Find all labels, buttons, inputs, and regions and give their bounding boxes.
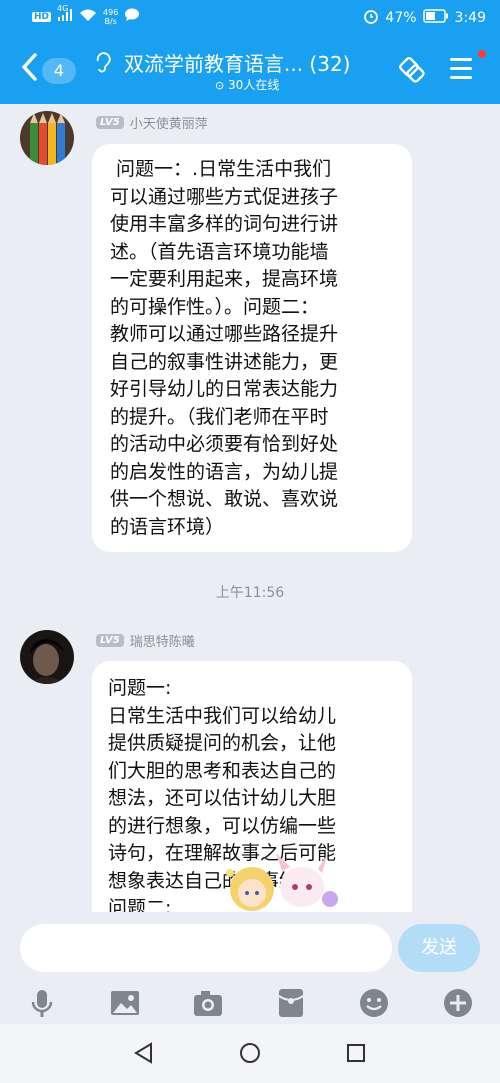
- alarm-icon: [363, 8, 379, 28]
- message-sender: LV5 小天使黄丽萍: [96, 113, 208, 132]
- group-apps-icon[interactable]: [396, 54, 428, 86]
- input-area: 发送: [0, 912, 500, 984]
- status-bar: HD 4G 496 B/s 47% 3:49: [0, 0, 500, 36]
- emoji-icon[interactable]: [357, 986, 391, 1020]
- input-toolbar: [0, 984, 500, 1024]
- level-badge: LV5: [96, 116, 124, 129]
- message-bubble[interactable]: 问题一：.日常生活中我们 可以通过哪些方式促进孩子 使用丰富多样的词句进行讲 述…: [92, 144, 412, 552]
- signal-icon: 4G: [57, 4, 73, 26]
- system-navigation-bar: [0, 1024, 500, 1083]
- battery-icon: [422, 9, 449, 27]
- red-packet-icon[interactable]: [274, 986, 308, 1020]
- menu-icon[interactable]: [450, 58, 472, 79]
- camera-icon[interactable]: [191, 986, 225, 1020]
- ear-icon[interactable]: [95, 52, 111, 79]
- message-timestamp: 上午11:56: [215, 585, 285, 601]
- avatar[interactable]: [20, 630, 74, 684]
- avatar[interactable]: [20, 111, 74, 165]
- message-sender: LV5 瑞思特陈曦: [96, 631, 195, 650]
- online-status: ⊙ 30人在线: [215, 76, 279, 93]
- nav-recents-icon[interactable]: [345, 1042, 367, 1064]
- sender-name: 瑞思特陈曦: [129, 635, 195, 650]
- level-badge: LV5: [96, 634, 124, 647]
- net-speed-value: 496: [103, 8, 119, 17]
- plus-icon[interactable]: [441, 986, 475, 1020]
- send-button[interactable]: 发送: [398, 924, 480, 972]
- battery-percent: 47%: [385, 10, 417, 26]
- online-check-icon: ⊙: [215, 79, 225, 92]
- hd-indicator: HD: [32, 12, 52, 22]
- notification-dot: [478, 50, 486, 58]
- nav-back-icon[interactable]: [133, 1042, 155, 1064]
- signal-type: 4G: [57, 4, 69, 13]
- microphone-icon[interactable]: [25, 986, 59, 1020]
- chat-messages[interactable]: LV5 小天使黄丽萍 问题一：.日常生活中我们 可以通过哪些方式促进孩子 使用丰…: [0, 104, 500, 912]
- sticker-character: [218, 849, 348, 912]
- image-icon[interactable]: [108, 986, 142, 1020]
- online-count: 30人在线: [228, 78, 280, 92]
- message-notification-icon: [124, 8, 140, 26]
- back-icon[interactable]: [20, 52, 38, 88]
- sender-name: 小天使黄丽萍: [129, 117, 208, 132]
- nav-home-icon[interactable]: [239, 1042, 261, 1064]
- unread-badge[interactable]: 4: [42, 58, 76, 84]
- net-speed: 496 B/s: [103, 8, 118, 26]
- message-input[interactable]: [20, 924, 392, 972]
- wifi-icon: [79, 8, 97, 26]
- group-title: 双流学前教育语言... (32): [124, 52, 351, 76]
- clock: 3:49: [454, 10, 486, 26]
- net-speed-unit: B/s: [104, 17, 117, 26]
- chat-header: 4 双流学前教育语言... (32) ⊙ 30人在线: [0, 36, 500, 104]
